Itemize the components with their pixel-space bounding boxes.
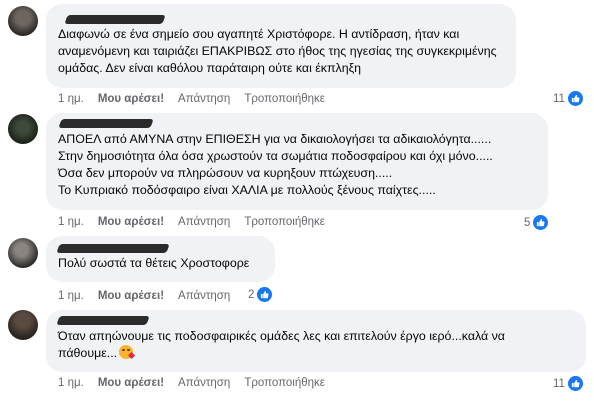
like-thumb-icon bbox=[533, 215, 549, 230]
comment-text-line: αναμενόμενη και ταιριάζει ΕΠΑΚΡΙΒΩΣ στο … bbox=[58, 44, 497, 58]
comment-time[interactable]: 1 ημ. bbox=[58, 93, 84, 105]
comment-text-line: Στην δημοσιότητα όλα όσα χρωστούν τα σωμ… bbox=[58, 149, 493, 163]
comment-text-line: ομάδας. Δεν είναι καθόλου παράταιρη ούτε… bbox=[58, 61, 362, 75]
avatar[interactable] bbox=[8, 310, 38, 340]
comment-text-line: Όταν απηώνουμε τις ποδοσφαιρικές ομάδες … bbox=[58, 329, 505, 343]
like-thumb-icon bbox=[567, 91, 583, 106]
like-button[interactable]: Μου αρέσει! bbox=[98, 216, 164, 228]
comment-bubble: ΑΠΟΕΛ από ΑΜΥΝΑ στην ΕΠΙΘΕΣΗ για να δικα… bbox=[46, 113, 548, 210]
avatar[interactable] bbox=[8, 238, 38, 268]
comment-text-line: πάθουμε... bbox=[58, 345, 576, 362]
like-thumb-icon bbox=[567, 376, 583, 391]
like-thumb-icon bbox=[257, 287, 273, 302]
reaction-count[interactable]: 2 bbox=[248, 287, 273, 302]
redacted-author-name[interactable] bbox=[56, 244, 170, 253]
comment-text-line: Το Κυπριακό ποδόσφαιρο είναι ΧΑΛΙΑ με πο… bbox=[58, 183, 436, 197]
edited-label[interactable]: Τροποποιήθηκε bbox=[244, 93, 325, 105]
comment-text-segment: πάθουμε... bbox=[58, 346, 118, 360]
comment-time[interactable]: 1 ημ. bbox=[58, 290, 84, 302]
reaction-count-number: 2 bbox=[248, 288, 255, 301]
comment-text-line: Διαφωνώ σε ένα σημείο σου αγαπητέ Χριστό… bbox=[58, 27, 460, 41]
like-button[interactable]: Μου αρέσει! bbox=[98, 377, 164, 389]
comment-actions: 1 ημ. Μου αρέσει! Απάντηση Τροποποιήθηκε bbox=[58, 93, 339, 105]
reaction-count[interactable]: 11 bbox=[553, 91, 583, 106]
edited-label[interactable]: Τροποποιήθηκε bbox=[244, 377, 325, 389]
reaction-count[interactable]: 11 bbox=[553, 376, 583, 391]
like-button[interactable]: Μου αρέσει! bbox=[98, 290, 164, 302]
comment-text-line: Όσα δεν μπορούν να πληρώσουν να κυρηξουν… bbox=[58, 166, 393, 180]
like-button[interactable]: Μου αρέσει! bbox=[98, 93, 164, 105]
reaction-count-number: 11 bbox=[553, 92, 565, 105]
redacted-author-name[interactable] bbox=[56, 316, 150, 325]
reply-button[interactable]: Απάντηση bbox=[178, 216, 230, 228]
comment-bubble: Όταν απηώνουμε τις ποδοσφαιρικές ομάδες … bbox=[46, 310, 586, 372]
avatar[interactable] bbox=[8, 6, 38, 36]
comment-actions: 1 ημ. Μου αρέσει! Απάντηση Τροποποιήθηκε bbox=[58, 216, 339, 228]
heart-eyes-emoji-icon bbox=[119, 345, 136, 360]
reply-button[interactable]: Απάντηση bbox=[178, 290, 230, 302]
reply-button[interactable]: Απάντηση bbox=[178, 93, 230, 105]
comment-actions: 1 ημ. Μου αρέσει! Απάντηση Τροποποιήθηκε bbox=[58, 377, 339, 389]
reaction-count-number: 5 bbox=[524, 216, 531, 229]
comment-text-line: Πολύ σωστά τα θέτεις Χροστοφορε bbox=[58, 256, 250, 270]
avatar[interactable] bbox=[8, 114, 38, 144]
reaction-count-number: 11 bbox=[553, 377, 565, 390]
redacted-author-name[interactable] bbox=[64, 15, 166, 24]
redacted-author-name[interactable] bbox=[58, 119, 154, 128]
edited-label[interactable]: Τροποποιήθηκε bbox=[244, 216, 325, 228]
comment-bubble: Διαφωνώ σε ένα σημείο σου αγαπητέ Χριστό… bbox=[46, 4, 516, 88]
comment-time[interactable]: 1 ημ. bbox=[58, 377, 84, 389]
reaction-count[interactable]: 5 bbox=[524, 215, 549, 230]
comment-actions: 1 ημ. Μου αρέσει! Απάντηση bbox=[58, 290, 244, 302]
reply-button[interactable]: Απάντηση bbox=[178, 377, 230, 389]
comment-bubble: Πολύ σωστά τα θέτεις Χροστοφορε bbox=[46, 236, 275, 282]
comment-text-line: ΑΠΟΕΛ από ΑΜΥΝΑ στην ΕΠΙΘΕΣΗ για να δικα… bbox=[58, 132, 492, 146]
comment-time[interactable]: 1 ημ. bbox=[58, 216, 84, 228]
